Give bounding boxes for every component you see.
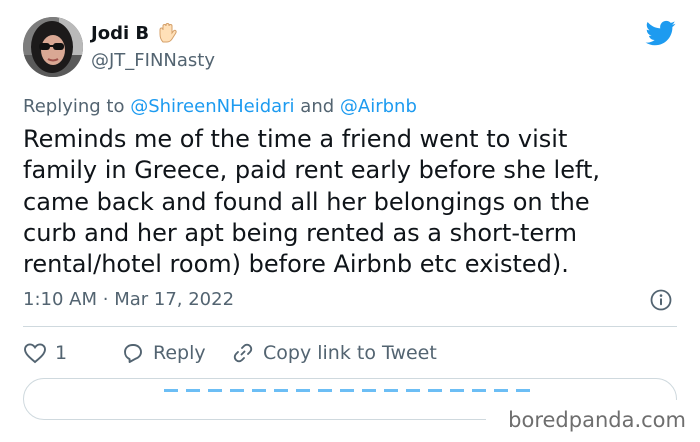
info-icon[interactable] <box>650 289 672 311</box>
like-count: 1 <box>55 342 68 364</box>
twitter-bird-icon[interactable] <box>644 18 678 48</box>
avatar[interactable] <box>23 17 83 77</box>
link-icon <box>233 343 253 363</box>
raised-hand-emoji-icon <box>157 22 179 44</box>
replying-to-label: Replying to <box>23 96 125 117</box>
timestamp-separator: · <box>102 289 109 310</box>
mention-link-1[interactable]: @ShireenNHeidari <box>130 96 294 117</box>
copy-link-button[interactable]: Copy link to Tweet <box>231 341 437 365</box>
like-button[interactable]: 1 <box>23 341 121 365</box>
action-bar: 1 Reply Copy link to Tweet <box>23 340 437 366</box>
reply-label: Reply <box>153 342 206 364</box>
mention-link-2[interactable]: @Airbnb <box>340 96 417 117</box>
cut-off-button-text <box>24 389 676 393</box>
tweet-date[interactable]: Mar 17, 2022 <box>114 289 234 310</box>
replying-to-line: Replying to @ShireenNHeidari and @Airbnb <box>23 96 417 117</box>
tweet-text: Reminds me of the time a friend went to … <box>23 125 601 279</box>
replying-to-joiner: and <box>300 96 335 117</box>
reply-button[interactable]: Reply <box>121 341 231 365</box>
watermark: boredpanda.com <box>508 408 686 432</box>
tweet-time[interactable]: 1:10 AM <box>23 289 97 310</box>
profile-photo <box>23 17 83 77</box>
author-handle[interactable]: @JT_FINNasty <box>91 50 215 71</box>
reply-bubble-icon <box>124 344 142 363</box>
author-name[interactable]: Jodi B <box>91 23 149 44</box>
copy-link-label: Copy link to Tweet <box>263 342 437 364</box>
tweet-timestamp[interactable]: 1:10 AM · Mar 17, 2022 <box>23 289 234 310</box>
heart-icon <box>24 343 46 364</box>
divider-top <box>23 326 677 327</box>
